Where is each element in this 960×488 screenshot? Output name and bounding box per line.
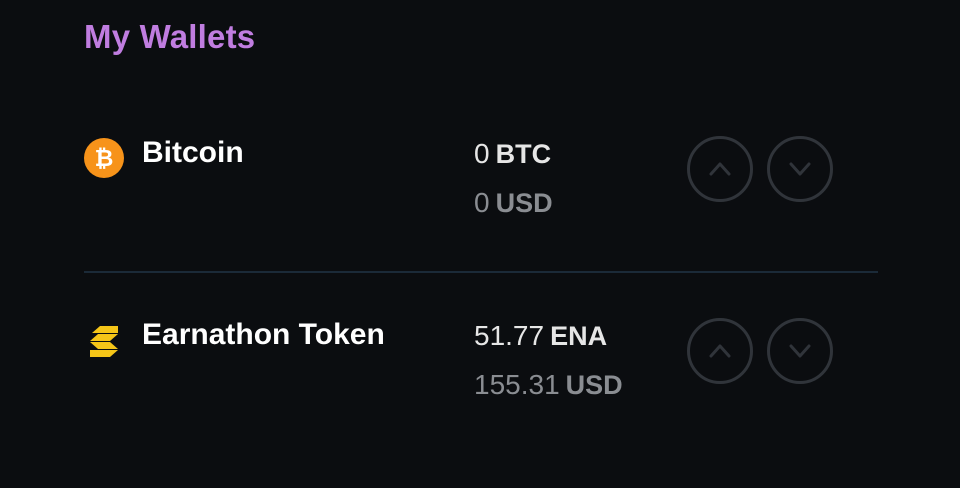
receive-button[interactable] [767, 318, 833, 384]
fiat-currency: USD [495, 188, 553, 218]
fiat-amount: 0 [474, 187, 490, 218]
wallet-row-earnathon-token[interactable]: Earnathon Token 51.77 ENA 155.31 USD [0, 314, 960, 414]
crypto-amount: 0 [474, 138, 490, 169]
wallet-name: Earnathon Token [142, 318, 385, 351]
divider [84, 271, 878, 273]
chevron-down-icon [789, 162, 811, 176]
wallet-crypto-balance: 51.77 ENA [474, 320, 607, 352]
fiat-currency: USD [565, 370, 623, 400]
wallet-fiat-balance: 155.31 USD [474, 369, 623, 401]
receive-button[interactable] [767, 136, 833, 202]
crypto-symbol: ENA [550, 321, 608, 351]
chevron-up-icon [709, 162, 731, 176]
svg-text:₿: ₿ [95, 145, 114, 171]
chevron-down-icon [789, 344, 811, 358]
chevron-up-icon [709, 344, 731, 358]
my-wallets-page: My Wallets ₿ Bitcoin 0 BTC 0 USD Earnath… [0, 0, 960, 488]
wallet-name: Bitcoin [142, 136, 244, 169]
crypto-amount: 51.77 [474, 320, 545, 351]
fiat-amount: 155.31 [474, 369, 560, 400]
send-button[interactable] [687, 136, 753, 202]
bitcoin-icon: ₿ [84, 138, 124, 178]
earnathon-token-icon [90, 326, 118, 357]
send-button[interactable] [687, 318, 753, 384]
wallet-crypto-balance: 0 BTC [474, 138, 551, 170]
wallet-fiat-balance: 0 USD [474, 187, 553, 219]
crypto-symbol: BTC [495, 139, 552, 169]
wallet-row-bitcoin[interactable]: ₿ Bitcoin 0 BTC 0 USD [0, 132, 960, 232]
page-title: My Wallets [84, 18, 256, 55]
